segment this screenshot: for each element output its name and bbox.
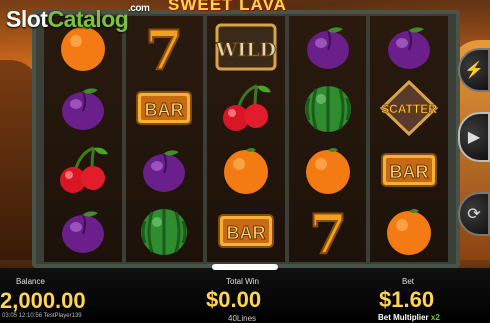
spin-button[interactable]: ▶ (458, 112, 490, 162)
reel-2: 7 BAR (125, 16, 204, 263)
logo-catalog: Catalog (47, 6, 129, 32)
cherry-symbol (44, 139, 122, 201)
total-win-label: Total Win (226, 277, 259, 286)
plum-symbol (44, 201, 122, 263)
seven-symbol: 7 (126, 16, 204, 78)
logo-com: .com (128, 3, 150, 14)
orange-symbol (207, 139, 285, 201)
play-icon: ▶ (467, 129, 481, 146)
svg-text:BAR: BAR (145, 100, 184, 120)
svg-text:7: 7 (309, 203, 347, 259)
logo-slot: Slot (6, 6, 48, 32)
seven-symbol: 7 (289, 201, 367, 263)
wild-symbol: WILD (207, 16, 285, 78)
reel-4: 7 (288, 16, 367, 263)
session-info: 03:05 12:10:56 TestPlayer139 (2, 313, 82, 319)
plum-symbol (126, 139, 204, 201)
svg-text:BAR: BAR (390, 162, 429, 182)
plum-symbol (44, 78, 122, 140)
bar-symbol: BAR (370, 139, 448, 201)
orange-symbol (289, 139, 367, 201)
bet-label: Bet (402, 277, 415, 286)
orange-symbol (370, 201, 448, 263)
plum-symbol (289, 16, 367, 78)
reel-1 (44, 16, 122, 262)
bet-multiplier[interactable]: Bet Multiplier x2 (378, 313, 440, 322)
bar-symbol: BAR (207, 201, 285, 263)
svg-text:BAR: BAR (226, 223, 265, 243)
bar-symbol: BAR (126, 78, 204, 140)
bet-multiplier-value: x2 (430, 313, 440, 322)
total-win-value: $0.00 (206, 287, 262, 312)
reel-3: WILD BAR (207, 16, 285, 262)
game-title: SWEET LAVA (168, 0, 287, 14)
lightning-icon: ⚡ (464, 62, 484, 79)
svg-text:WILD: WILD (215, 39, 276, 61)
bet-multiplier-label: Bet Multiplier (378, 313, 429, 322)
svg-text:SCATTER: SCATTER (381, 102, 437, 116)
reel-5: SCATTER BAR (370, 16, 448, 262)
center-indicator (212, 264, 278, 270)
plum-symbol (370, 16, 448, 78)
autoplay-icon: ⟳ (467, 206, 481, 223)
scatter-symbol: SCATTER (370, 78, 448, 140)
svg-text:7: 7 (146, 19, 184, 75)
cherry-symbol (207, 78, 285, 140)
watermelon-symbol (289, 78, 367, 140)
watermelon-symbol (126, 201, 204, 263)
slotcatalog-logo: SlotCatalog .com (6, 3, 150, 33)
bet-value[interactable]: $1.60 (379, 287, 434, 313)
reels-grid: 7 BAR WILD BAR 7 SCATTER BAR (44, 16, 448, 262)
balance-label: Balance (16, 277, 45, 286)
lines-count: 40Lines (228, 314, 257, 323)
balance-value: 2,000.00 (0, 288, 86, 313)
